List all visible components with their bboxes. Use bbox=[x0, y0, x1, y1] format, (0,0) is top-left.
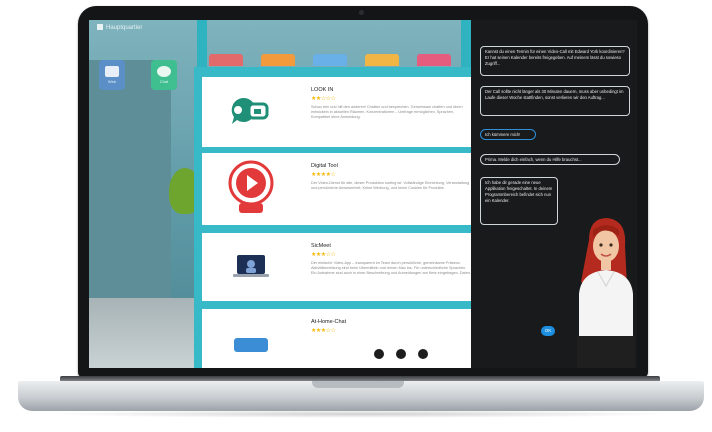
app-name: Digital Tool bbox=[311, 163, 338, 169]
chat-message: Ich habe dir gerade eine neue Applikatio… bbox=[480, 177, 558, 225]
webcam bbox=[359, 10, 364, 15]
app-tile[interactable] bbox=[313, 54, 347, 66]
app-card-look-in[interactable]: LOOK IN ★★☆☆☆ Schau rein und hilf den an… bbox=[202, 77, 478, 147]
app-card-digital-tool[interactable]: Live Digital Tool ★★★★☆ Der Video-Dienst… bbox=[202, 153, 478, 225]
desktop-icon-label: Chat bbox=[159, 79, 169, 84]
app-name: SicMeet bbox=[311, 243, 331, 249]
live-play-icon bbox=[214, 157, 288, 217]
app-tile[interactable] bbox=[365, 54, 399, 66]
laptop-notch bbox=[312, 381, 404, 388]
chat-message: Kannst du einen Termin für einen Video-C… bbox=[480, 46, 630, 76]
app-rating: ★★☆☆☆ bbox=[311, 96, 336, 102]
chat-message-user: Ich kümmere mich! bbox=[480, 129, 536, 140]
assistant-avatar bbox=[577, 218, 635, 368]
app-card-sicmeet[interactable]: SicMeet ★★★☆☆ Der einfache Video-App – t… bbox=[202, 233, 478, 301]
laptop-lid: Hauptquartier Web Chat LOOK IN ★★☆☆☆ Sch… bbox=[78, 6, 648, 378]
app-card-at-home-chat[interactable]: At-Home-Chat ★★★☆☆ bbox=[202, 309, 478, 368]
app-rating: ★★★☆☆ bbox=[311, 252, 336, 258]
app-description: Der Video-Dienst für alle, dieser Produk… bbox=[311, 181, 470, 190]
assistant-chat-panel: Kannst du einen Termin für einen Video-C… bbox=[471, 20, 637, 368]
desktop-icon-chat[interactable]: Chat bbox=[151, 60, 177, 90]
app-tile[interactable] bbox=[417, 54, 451, 66]
app-tile[interactable] bbox=[209, 54, 243, 66]
chat-icon bbox=[157, 66, 171, 77]
desktop-icon-web[interactable]: Web bbox=[99, 60, 125, 90]
app-rating: ★★★☆☆ bbox=[311, 328, 336, 334]
window-titlebar: Hauptquartier bbox=[89, 20, 477, 36]
desktop-icon-label: Web bbox=[107, 79, 117, 84]
live-badge: Live bbox=[251, 214, 262, 220]
app-name: At-Home-Chat bbox=[311, 319, 347, 325]
screen: Hauptquartier Web Chat LOOK IN ★★☆☆☆ Sch… bbox=[89, 20, 637, 368]
app-description: Der einfache Video-App – transparent im … bbox=[311, 261, 471, 275]
app-rating: ★★★★☆ bbox=[311, 172, 336, 178]
laptop-shadow bbox=[40, 410, 680, 418]
home-chat-icon bbox=[214, 315, 288, 368]
chat-message: Prima. Melde dich einfach, wenn du Hilfe… bbox=[480, 154, 620, 165]
laptop-meeting-icon bbox=[214, 237, 288, 297]
chair-base bbox=[374, 349, 428, 359]
app-description: Schau rein und hilf den anderen! Chatten… bbox=[311, 105, 463, 119]
app-tile[interactable] bbox=[261, 54, 295, 66]
shelf bbox=[89, 60, 171, 300]
video-chat-icon bbox=[214, 82, 288, 142]
app-store-panel: LOOK IN ★★☆☆☆ Schau rein und hilf den an… bbox=[194, 67, 478, 368]
browser-icon bbox=[105, 66, 119, 77]
app-name: LOOK IN bbox=[311, 87, 334, 93]
chat-message: Der Call sollte nicht länger als 30 Minu… bbox=[480, 86, 630, 116]
window-title: Hauptquartier bbox=[106, 25, 143, 31]
ok-button[interactable]: OK bbox=[541, 326, 555, 336]
home-icon bbox=[97, 24, 103, 31]
